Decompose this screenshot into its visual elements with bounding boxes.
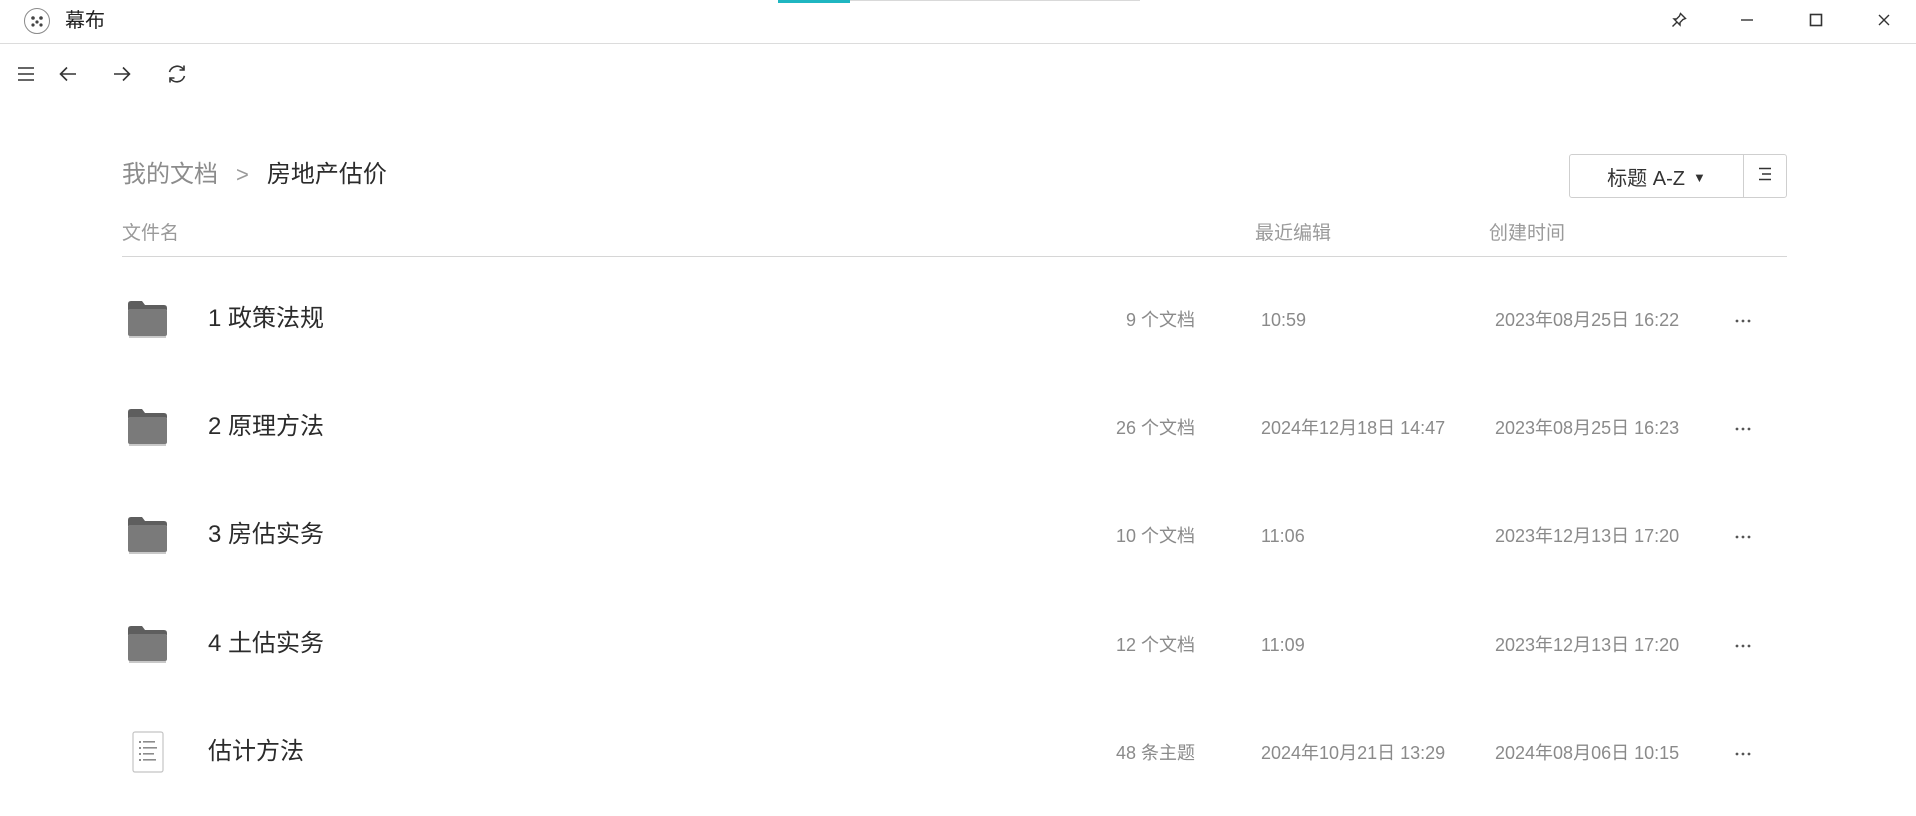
refresh-button[interactable] <box>163 62 191 90</box>
menu-icon <box>15 63 37 90</box>
maximize-icon <box>1808 12 1824 33</box>
more-icon <box>1734 419 1752 437</box>
row-created-time: 2024年08月06日 10:15 <box>1495 743 1680 763</box>
row-name: 2 原理方法 <box>208 413 325 440</box>
row-count: 48 条主题 <box>1115 743 1195 763</box>
view-toggle-button[interactable] <box>1743 154 1787 198</box>
minimize-icon <box>1739 12 1755 33</box>
more-icon <box>1734 744 1752 762</box>
row-count: 12 个文档 <box>1115 635 1195 655</box>
title-bar: 幕布 <box>0 0 1916 44</box>
column-header-edited: 最近编辑 <box>1255 223 1332 244</box>
row-created-time: 2023年12月13日 17:20 <box>1495 526 1680 546</box>
breadcrumb-separator: > <box>236 162 249 187</box>
more-options-button[interactable] <box>1726 522 1760 550</box>
header-divider <box>122 256 1787 257</box>
table-row[interactable]: 估计方法 48 条主题 2024年10月21日 13:29 2024年08月06… <box>122 699 1787 807</box>
app-logo-icon <box>24 8 50 34</box>
document-icon <box>126 731 170 773</box>
row-edited-time: 10:59 <box>1261 310 1307 330</box>
pin-button[interactable] <box>1659 4 1699 40</box>
row-edited-time: 11:06 <box>1261 526 1305 546</box>
minimize-button[interactable] <box>1727 4 1767 40</box>
column-header-name: 文件名 <box>122 223 180 244</box>
row-edited-time: 11:09 <box>1261 635 1305 655</box>
more-options-button[interactable] <box>1726 631 1760 659</box>
maximize-button[interactable] <box>1796 4 1836 40</box>
table-row[interactable]: 4 土估实务 12 个文档 11:09 2023年12月13日 17:20 <box>122 591 1787 699</box>
more-options-button[interactable] <box>1726 414 1760 442</box>
more-icon <box>1734 527 1752 545</box>
row-name: 1 政策法规 <box>208 305 325 332</box>
row-name: 3 房估实务 <box>208 521 325 548</box>
caret-down-icon: ▼ <box>1692 169 1706 185</box>
folder-icon <box>126 406 170 448</box>
pin-icon <box>1670 11 1688 34</box>
sort-label: 标题 A-Z <box>1607 167 1685 190</box>
folder-icon <box>126 514 170 556</box>
tab-track[interactable] <box>850 0 1140 1</box>
more-options-button[interactable] <box>1726 739 1760 767</box>
more-options-button[interactable] <box>1726 306 1760 334</box>
table-row[interactable]: 3 房估实务 10 个文档 11:06 2023年12月13日 17:20 <box>122 482 1787 590</box>
breadcrumb: 我的文档 > 房地产估价 <box>122 160 387 190</box>
back-button[interactable] <box>54 62 82 90</box>
row-created-time: 2023年08月25日 16:23 <box>1495 418 1680 438</box>
sort-dropdown[interactable]: 标题 A-Z ▼ <box>1569 154 1744 198</box>
more-icon <box>1734 636 1752 654</box>
close-button[interactable] <box>1864 4 1904 40</box>
row-edited-time: 2024年12月18日 14:47 <box>1261 418 1446 438</box>
breadcrumb-current: 房地产估价 <box>266 161 387 188</box>
close-icon <box>1876 12 1892 33</box>
row-name: 估计方法 <box>208 738 304 765</box>
breadcrumb-root-link[interactable]: 我的文档 <box>122 160 218 190</box>
folder-icon <box>126 623 170 665</box>
table-row[interactable]: 2 原理方法 26 个文档 2024年12月18日 14:47 2023年08月… <box>122 374 1787 482</box>
forward-arrow-icon <box>111 63 133 90</box>
row-count: 26 个文档 <box>1115 418 1195 438</box>
active-tab-indicator[interactable] <box>778 0 850 3</box>
row-edited-time: 2024年10月21日 13:29 <box>1261 743 1446 763</box>
row-name: 4 土估实务 <box>208 630 325 657</box>
row-created-time: 2023年08月25日 16:22 <box>1495 310 1680 330</box>
list-view-icon <box>1756 165 1774 188</box>
column-header-created: 创建时间 <box>1489 223 1566 244</box>
row-created-time: 2023年12月13日 17:20 <box>1495 635 1680 655</box>
row-count: 10 个文档 <box>1115 526 1195 546</box>
forward-button[interactable] <box>108 62 136 90</box>
table-row[interactable]: 1 政策法规 9 个文档 10:59 2023年08月25日 16:22 <box>122 266 1787 374</box>
folder-icon <box>126 298 170 340</box>
app-title: 幕布 <box>65 10 105 32</box>
more-icon <box>1734 311 1752 329</box>
refresh-icon <box>165 62 189 91</box>
row-count: 9 个文档 <box>1125 310 1195 330</box>
menu-button[interactable] <box>12 62 40 90</box>
back-arrow-icon <box>57 63 79 90</box>
